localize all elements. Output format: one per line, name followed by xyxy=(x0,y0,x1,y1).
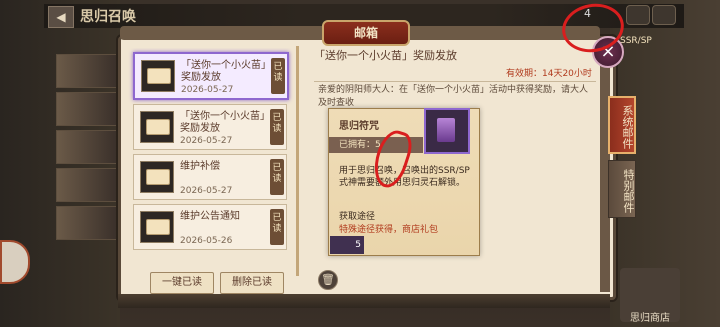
shikigami-portrait[interactable] xyxy=(56,130,118,164)
charm-item-icon xyxy=(424,108,470,154)
item-description: 用于思归召唤，召唤出的SSR/SP式神需要额外用思归灵石解锁。 xyxy=(339,166,470,188)
read-tag: 已读 xyxy=(270,209,284,245)
read-tag: 已读 xyxy=(270,109,284,145)
validity-text: 有效期：14天20小时 xyxy=(506,69,592,79)
mail-list-item[interactable]: 维护公告通知 2026-05-26 已读 xyxy=(133,204,287,250)
mail-title: 维护公告通知 xyxy=(180,211,240,222)
mail-body: 亲爱的阴阳师大人：在「送你一个小火苗」活动中获得奖励，请大人及时查收 xyxy=(318,85,589,108)
shikigami-portrait[interactable] xyxy=(56,92,118,126)
read-all-button[interactable]: 一键已读 xyxy=(150,272,214,294)
shikigami-portrait[interactable] xyxy=(56,54,118,88)
mail-title: 维护补偿 xyxy=(180,161,220,172)
tab-system-mail[interactable]: 系统邮件 xyxy=(608,96,636,154)
mail-list-item[interactable]: 「送你一个小火苗」奖励发放 2026-05-27 已读 xyxy=(133,52,289,100)
shop-label: 思归商店 xyxy=(630,313,670,324)
reward-count: 5 xyxy=(330,236,364,254)
mail-date: 2026-05-27 xyxy=(180,186,233,196)
detail-title: 「送你一个小火苗」奖励发放 xyxy=(314,49,457,62)
currency-icon[interactable] xyxy=(626,5,650,25)
ssr-label: SSR/SP xyxy=(620,36,652,46)
divider xyxy=(314,81,596,82)
source-text: 特殊途径获得，商店礼包 xyxy=(339,225,439,235)
mail-list-item[interactable]: 维护补偿 2026-05-27 已读 xyxy=(133,154,287,200)
source-label: 获取途径 xyxy=(339,212,376,222)
envelope-icon xyxy=(140,161,174,193)
item-name: 思归符咒 xyxy=(339,121,379,132)
envelope-icon xyxy=(141,60,175,92)
envelope-icon xyxy=(140,211,174,243)
read-tag: 已读 xyxy=(271,58,285,94)
mail-date: 2026-05-27 xyxy=(180,136,233,146)
read-tag: 已读 xyxy=(270,159,284,195)
mail-title: 「送你一个小火苗」奖励发放 xyxy=(181,60,266,83)
page-title: 思归召唤 xyxy=(80,9,136,25)
envelope-icon xyxy=(140,111,174,143)
shikigami-portrait[interactable] xyxy=(56,168,118,202)
tab-special-mail[interactable]: 特别邮件 xyxy=(608,160,636,218)
shikigami-portrait[interactable] xyxy=(56,206,118,240)
currency-icon[interactable] xyxy=(652,5,676,25)
trash-icon[interactable]: 🗑 xyxy=(318,270,338,290)
mail-title: 「送你一个小火苗」奖励发放 xyxy=(180,111,265,134)
mail-list[interactable]: 「送你一个小火苗」奖励发放 2026-05-27 已读 「送你一个小火苗」奖励发… xyxy=(128,48,296,264)
list-scrollbar[interactable] xyxy=(296,46,299,276)
mail-list-item[interactable]: 「送你一个小火苗」奖励发放 2026-05-27 已读 xyxy=(133,104,287,150)
window-title: 邮箱 xyxy=(322,20,410,46)
back-button[interactable]: ◀ xyxy=(48,6,74,28)
delete-read-button[interactable]: 删除已读 xyxy=(220,272,284,294)
mail-date: 2026-05-26 xyxy=(180,236,233,246)
mail-date: 2026-05-27 xyxy=(181,85,234,95)
window-bottom-frame xyxy=(118,294,610,308)
